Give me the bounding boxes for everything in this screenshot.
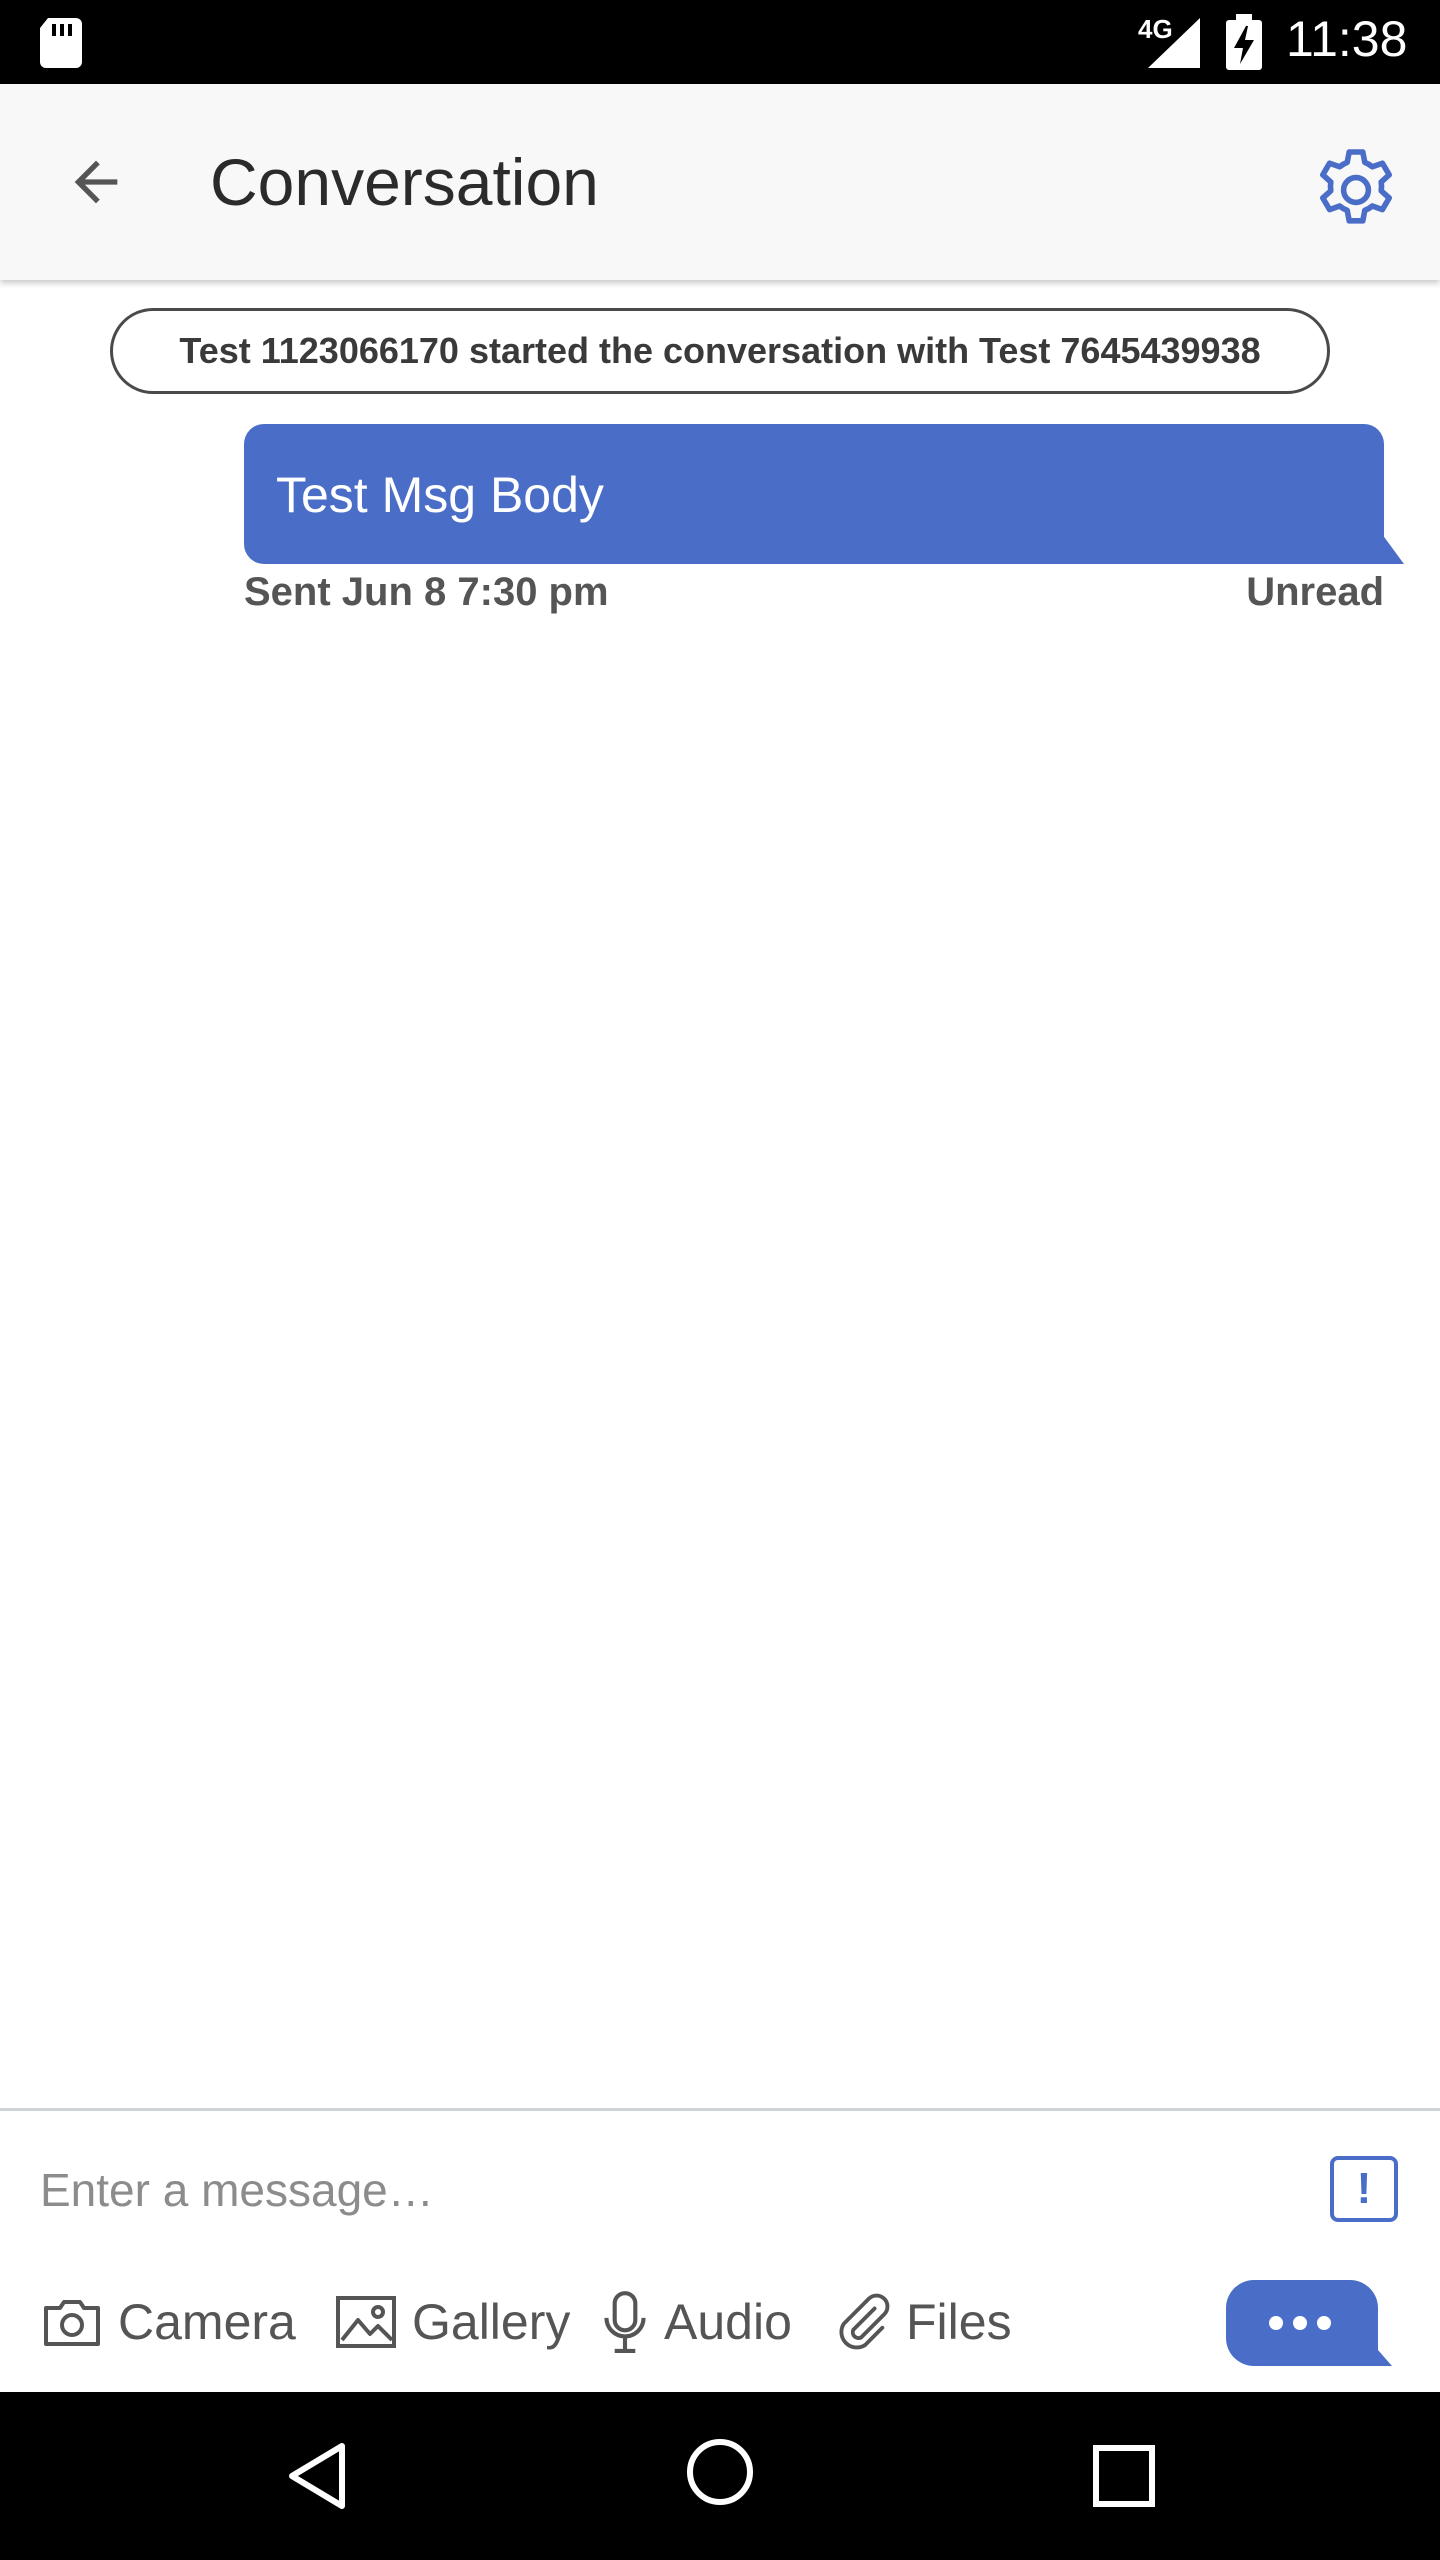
message-sent-time: Sent Jun 8 7:30 pm: [244, 570, 609, 614]
audio-button[interactable]: Audio: [600, 2284, 792, 2360]
attachment-toolbar: Camera Gallery Audio Files: [0, 2284, 1440, 2360]
composer-divider: [0, 2108, 1440, 2111]
gear-icon: [1320, 149, 1392, 224]
settings-button[interactable]: [1300, 134, 1412, 246]
audio-label: Audio: [664, 2294, 792, 2350]
bubble-tail: [1382, 534, 1404, 564]
nav-back-icon[interactable]: [280, 2436, 360, 2516]
gallery-button[interactable]: Gallery: [334, 2284, 570, 2360]
message-input[interactable]: [40, 2150, 1300, 2230]
send-options-button[interactable]: [1226, 2280, 1392, 2366]
files-button[interactable]: Files: [834, 2284, 1012, 2360]
message-read-status: Unread: [1246, 570, 1384, 614]
back-button[interactable]: [46, 132, 146, 232]
message-bubble[interactable]: Test Msg Body: [244, 424, 1384, 564]
system-nav-bar: [0, 2392, 1440, 2560]
files-label: Files: [906, 2294, 1012, 2350]
priority-button[interactable]: !: [1330, 2156, 1398, 2222]
paperclip-icon: [839, 2293, 890, 2350]
signal-icon: [1148, 18, 1200, 68]
camera-label: Camera: [118, 2294, 296, 2350]
camera-button[interactable]: Camera: [40, 2284, 296, 2360]
priority-icon: !: [1356, 2164, 1372, 2213]
sd-card-icon: [40, 18, 82, 68]
gallery-label: Gallery: [412, 2294, 571, 2350]
microphone-icon: [604, 2291, 646, 2353]
status-bar: 4G 11:38: [0, 0, 1440, 84]
gallery-icon: [336, 2296, 396, 2348]
nav-recents-icon[interactable]: [1084, 2436, 1164, 2516]
camera-icon: [44, 2300, 100, 2346]
app-bar: Conversation: [0, 84, 1440, 280]
page-title: Conversation: [210, 145, 599, 219]
arrow-back-icon: [74, 160, 118, 204]
conversation-started-notice: Test 1123066170 started the conversation…: [110, 308, 1330, 394]
battery-charging-icon: [1226, 14, 1262, 70]
clock: 11:38: [1286, 11, 1408, 67]
message-body: Test Msg Body: [276, 467, 604, 523]
nav-home-icon[interactable]: [680, 2432, 760, 2512]
